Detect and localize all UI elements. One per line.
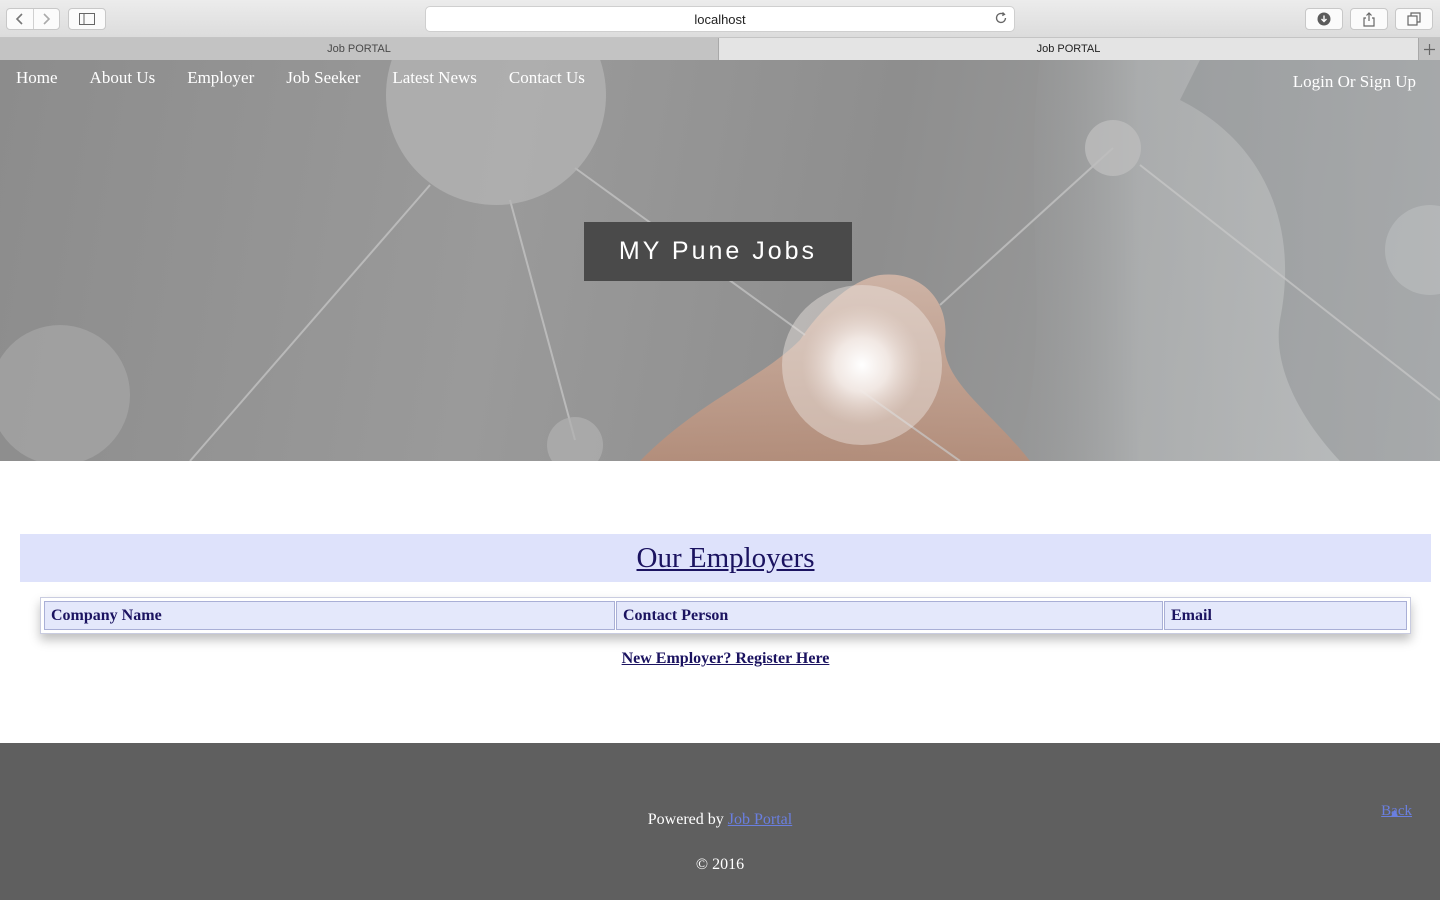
tab-2[interactable]: Job PORTAL <box>719 38 1418 60</box>
tab-2-label: Job PORTAL <box>1036 43 1101 55</box>
forward-button[interactable] <box>32 9 60 29</box>
main-navigation: Home About Us Employer Job Seeker Latest… <box>16 68 617 88</box>
address-text: localhost <box>694 11 746 27</box>
share-icon <box>1363 11 1375 27</box>
powered-by: Powered by Job Portal <box>0 811 1440 829</box>
site-logo-box: MY Pune Jobs <box>584 222 852 281</box>
tabs-icon <box>1407 12 1421 26</box>
site-title: MY Pune Jobs <box>618 237 818 265</box>
footer: Powered by Job Portal © 2016 Back ▲ <box>0 743 1440 900</box>
address-bar[interactable]: localhost <box>425 6 1015 32</box>
sidebar-icon <box>79 13 95 25</box>
employers-table: Company Name Contact Person Email <box>40 597 1411 634</box>
nav-about-us[interactable]: About Us <box>90 68 156 88</box>
employers-heading[interactable]: Our Employers <box>637 542 815 575</box>
register-employer-link[interactable]: New Employer? Register Here <box>622 650 830 667</box>
powered-by-prefix: Powered by <box>647 811 724 828</box>
column-email: Email <box>1164 601 1407 630</box>
table-header-row: Company Name Contact Person Email <box>44 601 1407 630</box>
downloads-button[interactable] <box>1305 8 1343 30</box>
copyright: © 2016 <box>695 856 745 873</box>
nav-home[interactable]: Home <box>16 68 58 88</box>
history-buttons <box>6 8 60 30</box>
nav-contact-us[interactable]: Contact Us <box>509 68 585 88</box>
job-portal-link[interactable]: Job Portal <box>728 811 792 828</box>
arrow-up-icon: ▲ <box>1389 807 1400 819</box>
hero-banner: Home About Us Employer Job Seeker Latest… <box>0 60 1440 461</box>
chevron-right-icon <box>43 13 51 25</box>
back-button[interactable] <box>7 9 33 29</box>
login-signup-link[interactable]: Login Or Sign Up <box>1293 72 1416 92</box>
nav-latest-news[interactable]: Latest News <box>392 68 477 88</box>
tab-1[interactable]: Job PORTAL <box>0 38 719 60</box>
reload-icon <box>995 12 1007 24</box>
tab-1-label: Job PORTAL <box>327 43 391 55</box>
reload-button[interactable] <box>994 11 1008 28</box>
plus-icon <box>1424 43 1435 55</box>
nav-job-seeker[interactable]: Job Seeker <box>286 68 360 88</box>
column-contact-person: Contact Person <box>616 601 1163 630</box>
sidebar-button[interactable] <box>68 8 106 30</box>
nav-employer[interactable]: Employer <box>187 68 254 88</box>
employers-heading-bar: Our Employers <box>20 534 1431 582</box>
chevron-left-icon <box>15 13 23 25</box>
column-company-name: Company Name <box>44 601 615 630</box>
register-container: New Employer? Register Here <box>0 650 1440 668</box>
tab-strip: Job PORTAL Job PORTAL <box>0 38 1440 60</box>
download-icon <box>1317 12 1331 26</box>
new-tab-button[interactable] <box>1418 38 1440 60</box>
browser-toolbar: localhost <box>0 0 1440 38</box>
share-button[interactable] <box>1350 8 1388 30</box>
show-tabs-button[interactable] <box>1395 8 1433 30</box>
